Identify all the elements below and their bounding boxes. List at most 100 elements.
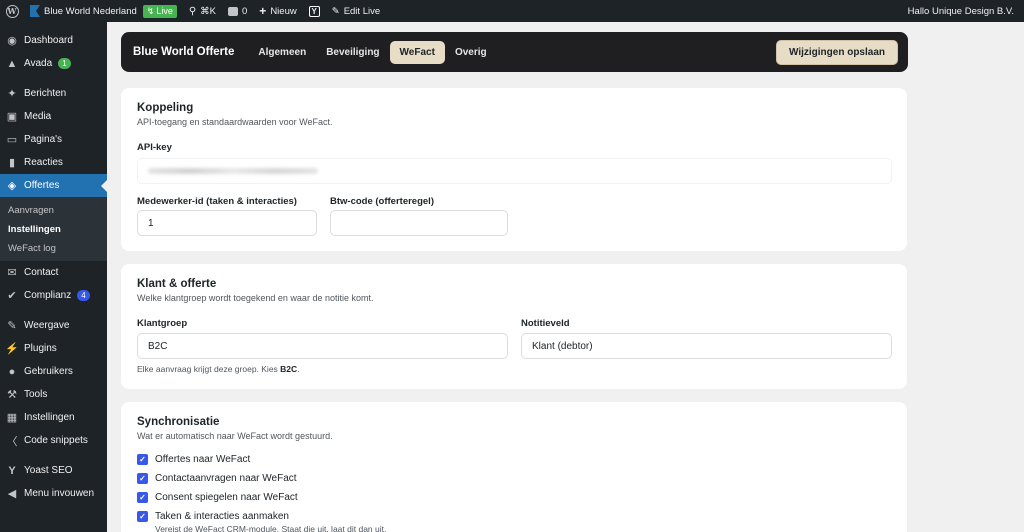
notification-count-badge: 4 — [77, 290, 90, 301]
customer-group-value: B2C — [148, 340, 168, 352]
section-subtitle: Wat er automatisch naar WeFact wordt ges… — [137, 431, 333, 441]
redacted-value — [148, 168, 318, 174]
synchronisatie-card: Synchronisatie Wat er automatisch naar W… — [121, 402, 907, 532]
mail-icon: ✉ — [7, 267, 17, 279]
comments-count: 0 — [242, 5, 248, 17]
new-label: Nieuw — [270, 5, 297, 17]
checkbox-checked-icon[interactable]: ✓ — [137, 454, 148, 465]
tag-icon: ◈ — [7, 180, 17, 192]
sync-option-consent[interactable]: ✓ Consent spiegelen naar WeFact — [137, 488, 891, 507]
menu-label: Instellingen — [24, 412, 75, 423]
submenu-wefact-log[interactable]: WeFact log — [0, 239, 107, 258]
customer-group-hint: Elke aanvraag krijgt deze groep. Kies B2… — [137, 364, 300, 374]
new-content-button[interactable]: + Nieuw — [253, 0, 302, 22]
koppeling-card: Koppeling API-toegang en standaardwaarde… — [121, 88, 907, 251]
api-key-input[interactable] — [137, 158, 892, 184]
klant-offerte-card: Klant & offerte Welke klantgroep wordt t… — [121, 264, 907, 389]
employee-id-label: Medewerker-id (taken & interacties) — [137, 196, 297, 207]
checkbox-checked-icon[interactable]: ✓ — [137, 492, 148, 503]
menu-collapse[interactable]: ◀ Menu invouwen — [0, 482, 107, 505]
page-title: Blue World Offerte — [133, 46, 235, 58]
tab-algemeen[interactable]: Algemeen — [248, 41, 316, 64]
plus-icon: + — [259, 4, 267, 18]
tab-beveiliging[interactable]: Beveiliging — [316, 41, 389, 64]
menu-label: Gebruikers — [24, 366, 73, 377]
site-name-link[interactable]: Blue World Nederland — [24, 0, 143, 22]
employee-id-value: 1 — [148, 217, 154, 229]
tab-wefact[interactable]: WeFact — [389, 40, 445, 64]
crm-module-note: Vereist de WeFact CRM-module. Staat die … — [155, 524, 387, 532]
settings-header: Blue World Offerte Algemeen Beveiliging … — [121, 32, 908, 72]
menu-weergave[interactable]: ✎ Weergave — [0, 314, 107, 337]
update-count-badge: 1 — [58, 58, 71, 69]
menu-code-snippets[interactable]: 〈 Code snippets — [0, 429, 107, 452]
menu-tools[interactable]: ⚒ Tools — [0, 383, 107, 406]
checkbox-checked-icon[interactable]: ✓ — [137, 511, 148, 522]
menu-label: Complianz — [24, 290, 72, 301]
vat-code-label: Btw-code (offerteregel) — [330, 196, 434, 207]
vat-code-input[interactable] — [330, 210, 508, 236]
pin-icon: ✦ — [7, 88, 17, 100]
live-label: Live — [156, 6, 173, 16]
note-field-select[interactable]: Klant (debtor) — [521, 333, 892, 359]
menu-avada[interactable]: ▲ Avada 1 — [0, 52, 107, 75]
checkbox-checked-icon[interactable]: ✓ — [137, 473, 148, 484]
menu-media[interactable]: ▣ Media — [0, 105, 107, 128]
submenu-instellingen[interactable]: Instellingen — [0, 220, 107, 239]
menu-label: Tools — [24, 389, 48, 400]
comment-bubble-icon — [228, 6, 238, 16]
option-label: Consent spiegelen naar WeFact — [155, 492, 298, 503]
customer-group-label: Klantgroep — [137, 318, 188, 329]
menu-label: Media — [24, 111, 52, 122]
edit-live-button[interactable]: ✎ Edit Live — [326, 0, 386, 22]
comments-button[interactable]: 0 — [222, 0, 253, 22]
live-status-button[interactable]: ↯ Live — [142, 0, 183, 22]
sync-option-contact[interactable]: ✓ Contactaanvragen naar WeFact — [137, 469, 891, 488]
wordpress-logo-button[interactable]: W — [0, 0, 24, 22]
edit-live-label: Edit Live — [343, 5, 381, 17]
shortcut-label: ⌘K — [200, 5, 216, 17]
api-key-label: API-key — [137, 142, 172, 153]
customer-group-input[interactable]: B2C — [137, 333, 508, 359]
menu-complianz[interactable]: ✔ Complianz 4 — [0, 284, 107, 307]
menu-yoast-seo[interactable]: Y Yoast SEO — [0, 459, 107, 482]
command-search-button[interactable]: ⚲ ⌘K — [183, 0, 222, 22]
section-title: Synchronisatie — [137, 416, 220, 428]
menu-label: Code snippets — [24, 435, 88, 446]
user-icon: ● — [8, 365, 16, 378]
hint-text: Elke aanvraag krijgt deze groep. Kies — [137, 364, 281, 374]
section-subtitle: API-toegang en standaardwaarden voor WeF… — [137, 117, 333, 127]
menu-gebruikers[interactable]: ● Gebruikers — [0, 360, 107, 383]
collapse-icon: ◀ — [7, 488, 17, 500]
menu-label: Weergave — [24, 320, 70, 331]
save-button[interactable]: Wijzigingen opslaan — [775, 39, 898, 65]
submenu-aanvragen[interactable]: Aanvragen — [0, 201, 107, 220]
menu-label: Dashboard — [24, 35, 73, 46]
menu-plugins[interactable]: ⚡ Plugins — [0, 337, 107, 360]
menu-contact[interactable]: ✉ Contact — [0, 261, 107, 284]
account-menu[interactable]: Hallo Unique Design B.V. — [902, 0, 1024, 22]
sync-option-offertes[interactable]: ✓ Offertes naar WeFact — [137, 450, 891, 469]
menu-berichten[interactable]: ✦ Berichten — [0, 82, 107, 105]
dashboard-icon: ◉ — [7, 35, 17, 47]
check-icon: ✔ — [7, 290, 17, 302]
menu-offertes[interactable]: ◈ Offertes — [0, 174, 107, 197]
plug-icon: ⚡ — [5, 343, 19, 355]
menu-paginas[interactable]: ▭ Pagina's — [0, 128, 107, 151]
pencil-icon: ✎ — [331, 5, 340, 17]
tab-overig[interactable]: Overig — [445, 41, 497, 64]
greeting: Hallo Unique Design B.V. — [907, 5, 1014, 17]
employee-id-input[interactable]: 1 — [137, 210, 317, 236]
menu-reacties[interactable]: ▮ Reacties — [0, 151, 107, 174]
pulse-icon: ↯ — [146, 5, 155, 16]
site-name: Blue World Nederland — [44, 5, 137, 17]
avada-icon: ▲ — [6, 57, 18, 70]
comment-icon: ▮ — [8, 157, 16, 169]
yoast-menu-button[interactable]: Y — [303, 0, 326, 22]
menu-dashboard[interactable]: ◉ Dashboard — [0, 29, 107, 52]
menu-label: Contact — [24, 267, 59, 278]
yoast-icon: Y — [8, 464, 16, 477]
menu-label: Avada — [24, 58, 53, 69]
menu-label: Reacties — [24, 157, 63, 168]
menu-instellingen[interactable]: ▦ Instellingen — [0, 406, 107, 429]
